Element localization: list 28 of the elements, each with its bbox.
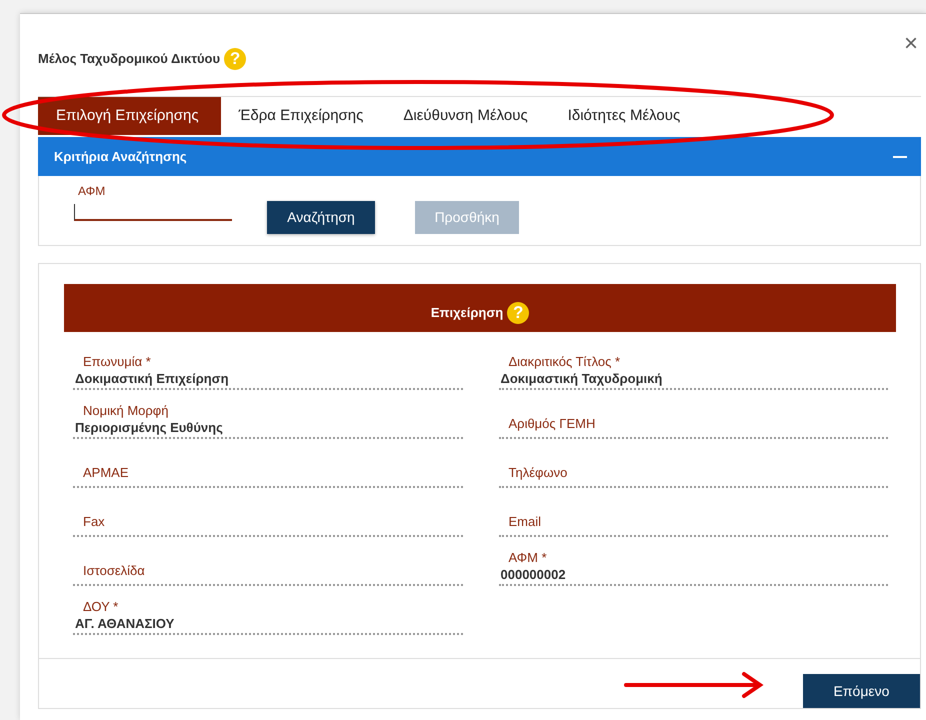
section-title: Επιχείρηση: [430, 304, 504, 322]
field-label: Ιστοσελίδα: [82, 563, 146, 579]
tab[interactable]: Ιδιότητες Μέλους: [550, 97, 702, 135]
field-label: Αριθμός ΓΕΜΗ: [508, 416, 596, 432]
panel-title: Κριτήρια Αναζήτησης: [54, 148, 187, 166]
field-label: Fax: [82, 514, 106, 530]
next-button[interactable]: Επόμενο: [803, 674, 920, 708]
input-field[interactable]: ΑΓ. ΑΘΑΝΑΣΙΟΥ: [73, 615, 462, 635]
input-field[interactable]: [74, 204, 232, 221]
field-label: ΔΟΥ *: [82, 599, 120, 615]
input-field[interactable]: 000000002: [498, 566, 888, 586]
close-button[interactable]: ×: [902, 32, 920, 56]
input-field[interactable]: Περιορισμένης Ευθύνης: [73, 419, 462, 439]
tab[interactable]: Διεύθυνση Μέλους: [385, 97, 550, 135]
input-field[interactable]: Δοκιμαστική Ταχυδρομική: [498, 370, 888, 390]
field-label: Νομική Μορφή: [82, 403, 170, 419]
tab[interactable]: Επιλογή Επιχείρησης: [38, 97, 221, 135]
field-label: Τηλέφωνο: [508, 465, 568, 481]
field-label: ΑΦΜ *: [508, 550, 548, 566]
dialog-title: Μέλος Ταχυδρομικού Δικτύου: [38, 50, 220, 68]
tab[interactable]: Έδρα Επιχείρησης: [220, 97, 386, 135]
field-label: ΑΡΜΑΕ: [82, 465, 130, 481]
field-label: Email: [508, 514, 542, 530]
input-field[interactable]: Δοκιμαστική Επιχείρηση: [73, 370, 462, 390]
field-label: ΑΦΜ: [77, 183, 106, 200]
search-button[interactable]: Αναζήτηση: [267, 201, 375, 234]
field-label: Επωνυμία *: [82, 354, 152, 370]
field-label: Διακριτικός Τίτλος *: [508, 354, 622, 370]
